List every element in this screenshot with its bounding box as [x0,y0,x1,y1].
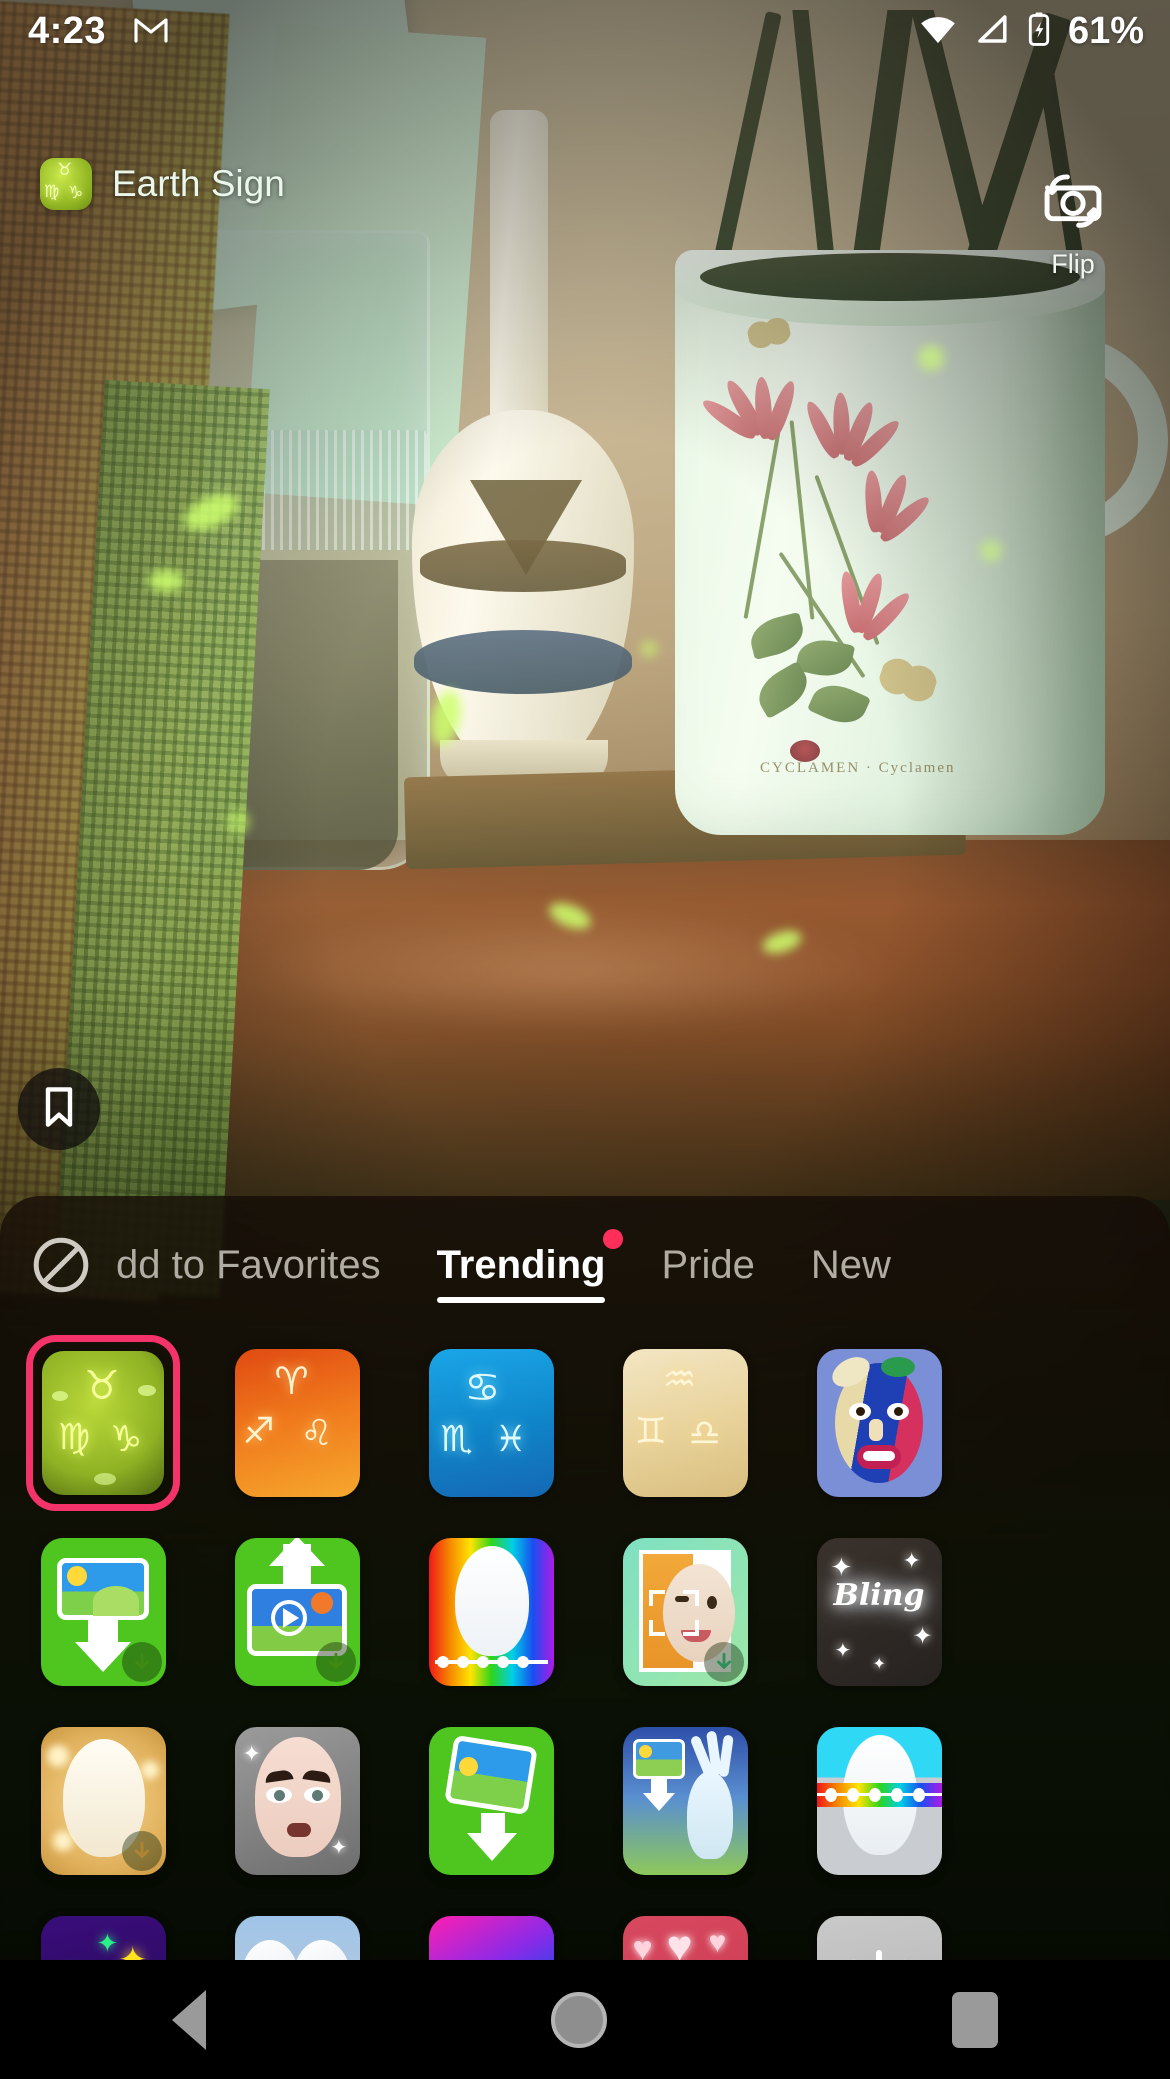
zodiac-earth-icon: ♉ ♍ ♑ [40,158,92,210]
lens-tile-loading[interactable] [794,1907,964,1960]
lens-tile-golden-glow[interactable] [18,1718,188,1883]
vase-blue-band [414,630,632,694]
tab-strip[interactable]: dd to Favorites Trending Pride New [116,1215,1170,1315]
camera-flip-icon [1037,168,1109,239]
android-nav-bar[interactable] [0,1960,1170,2079]
wifi-icon [918,13,958,50]
lens-tile-bling[interactable]: Bling ✦ ✦ ✦ ✦ ✦ [794,1529,964,1694]
lens-tile-face-mask[interactable] [794,1340,964,1505]
cell-signal-icon [974,13,1010,50]
status-clock: 4:23 [28,9,107,52]
active-lens-name: Earth Sign [112,163,285,204]
lens-tile-earth-sign[interactable]: ♉ ♍ ♑ [18,1334,188,1511]
download-badge [121,1641,162,1682]
active-lens-chip[interactable]: ♉ ♍ ♑ Earth Sign [40,158,285,210]
bling-label: Bling [833,1577,925,1613]
lens-tile-rainbow-face[interactable] [406,1529,576,1694]
download-badge [315,1641,356,1682]
lens-tile-video-upload[interactable] [212,1529,382,1694]
lens-tile-rainbow-band[interactable] [794,1718,964,1883]
bookmark-icon [39,1085,79,1134]
status-bar: 4:23 61% [0,0,1170,62]
lens-tile-wave-photo[interactable] [600,1718,770,1883]
save-lens-button[interactable] [18,1068,100,1150]
lens-tile-photo-download[interactable] [18,1529,188,1694]
lens-grid[interactable]: ♉ ♍ ♑ ♈ ♐ ♌ ♋ ♏ ♓ ♒ ♊ ♎ Bling ✦ ✦ ✦ ✦ ✦ … [0,1334,1170,1960]
tab-active-underline [436,1297,606,1303]
lens-tile-photo-drop[interactable] [406,1718,576,1883]
lens-tile-air-sign[interactable]: ♒ ♊ ♎ [600,1340,770,1505]
lens-tile-face-scan[interactable] [600,1529,770,1694]
lens-tile-neon-gradient[interactable] [406,1907,576,1960]
battery-percent: 61% [1067,9,1144,52]
gmail-icon [132,14,170,49]
tab-trending-label: Trending [436,1243,606,1287]
mug-latin-label: CYCLAMEN · Cyclamen [760,760,956,776]
vase-brown-band [420,540,626,592]
flip-camera-label: Flip [1051,249,1095,279]
battery-charging-icon [1026,11,1052,52]
tab-pride[interactable]: Pride [633,1215,782,1315]
flip-camera-button[interactable]: Flip [1018,168,1128,280]
lens-tile-hearts[interactable]: ♥ ♥ ♥ ♥ ♥ [600,1907,770,1960]
ladybug-motif [790,740,820,762]
lens-carousel-panel[interactable]: dd to Favorites Trending Pride New ♉ ♍ ♑ [0,1196,1170,1960]
vase-neck [490,110,548,440]
recents-square-icon[interactable] [951,1991,998,2048]
lens-tile-water-sign[interactable]: ♋ ♏ ♓ [406,1340,576,1505]
download-badge [121,1830,162,1871]
lens-tile-glam-makeup[interactable]: ✦ ✦ [212,1718,382,1883]
lens-tile-fire-sign[interactable]: ♈ ♐ ♌ [212,1340,382,1505]
home-circle-icon[interactable] [550,1991,607,2048]
lens-category-tabs[interactable]: dd to Favorites Trending Pride New [0,1196,1170,1334]
back-triangle-icon[interactable] [172,1989,207,2050]
ceramic-mug [675,250,1105,835]
tab-add-to-favorites[interactable]: dd to Favorites [116,1215,409,1315]
phone-screen: CYCLAMEN · Cyclamen 4:23 61% ♉ ♍ ♑ Earth… [0,0,1170,2079]
tab-trending-badge [603,1229,624,1249]
tab-trending[interactable]: Trending [409,1215,634,1315]
lens-tile-googly-eyes[interactable] [212,1907,382,1960]
download-badge [703,1641,744,1682]
tab-new[interactable]: New [783,1215,919,1315]
lens-tile-purple-sparkle[interactable]: ✦ ✦ ✦ ✦ ✦ [18,1907,188,1960]
block-circle-slash-icon[interactable] [30,1234,92,1296]
